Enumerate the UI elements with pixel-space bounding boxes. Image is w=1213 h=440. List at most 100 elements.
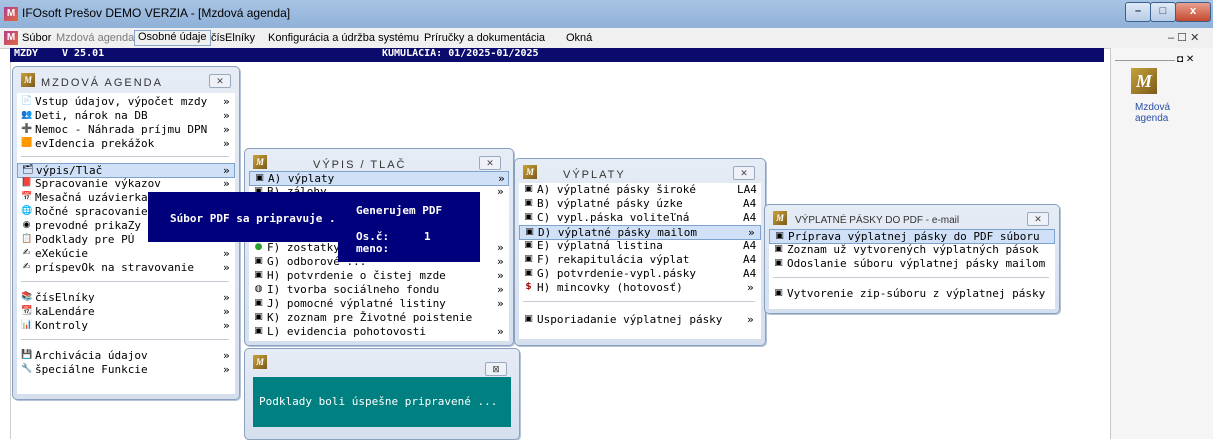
menu-item-pomocne[interactable]: ▣ J) pomocné výplatné listiny» bbox=[249, 297, 509, 310]
menu-item-mailom[interactable]: ▣ D) výplatné pásky mailom» bbox=[519, 225, 761, 240]
minimize-button[interactable]: – bbox=[1125, 2, 1151, 22]
employee-name-label: meno: bbox=[356, 242, 390, 255]
menu-close-icon[interactable]: ✕ bbox=[1027, 212, 1049, 226]
menu-item-potvrdenie-pasky[interactable]: ▣ G) potvrdenie-vypl.pásky A4 bbox=[519, 267, 761, 280]
menu-osobne-udaje[interactable]: Osobné údaje bbox=[134, 30, 211, 46]
menu-konfiguracia[interactable]: Konfigurácia a údržba systému bbox=[268, 32, 419, 44]
coin-icon: ◉ bbox=[22, 220, 31, 230]
window-title-bar: M IFOsoft Prešov DEMO VERZIA - [Mzdová a… bbox=[0, 0, 1213, 28]
absence-icon: 🟧 bbox=[21, 138, 33, 148]
books-icon: 📚 bbox=[21, 292, 33, 302]
menu-okna[interactable]: Okná bbox=[566, 32, 592, 44]
menu-body: ▣ A) výplatné pásky široké LA4 ▣ B) výplatn… bbox=[519, 183, 761, 339]
menu-item-zivotne[interactable]: ▣ K) zoznam pre Životné poistenie bbox=[249, 311, 509, 324]
menu-item-odoslanie[interactable]: ▣ Odoslanie súboru výplatnej pásky mailom bbox=[769, 257, 1055, 270]
menu-item-exekucie[interactable]: ✍ eXekúcie» bbox=[17, 247, 235, 260]
menu-item-ciselniky[interactable]: 📚 čísElníky» bbox=[17, 291, 235, 304]
menu-item-volitelna[interactable]: ▣ C) vypl.páska voliteľná A4 bbox=[519, 211, 761, 224]
window-title: IFOsoft Prešov DEMO VERZIA - [Mzdová age… bbox=[22, 6, 291, 20]
tools-icon: 🔧 bbox=[21, 364, 33, 374]
menu-item-prispevok[interactable]: ✍ príspevOk na stravovanie» bbox=[17, 261, 235, 274]
close-button[interactable]: x bbox=[1175, 2, 1211, 22]
report-icon: ▣ bbox=[254, 270, 263, 280]
dollar-icon: $ bbox=[525, 282, 532, 292]
menu-item-siroke[interactable]: ▣ A) výplatné pásky široké LA4 bbox=[519, 183, 761, 196]
report-icon: ▣ bbox=[775, 231, 784, 241]
green-dot-icon: ● bbox=[254, 242, 263, 252]
menu-close-icon[interactable]: ✕ bbox=[733, 166, 755, 180]
pen-icon: ✍ bbox=[22, 262, 31, 272]
menu-item-rekapitulacia[interactable]: ▣ F) rekapitulácia výplat A4 bbox=[519, 253, 761, 266]
menu-separator bbox=[523, 301, 755, 302]
dialog-close-icon[interactable]: ⊠ bbox=[485, 362, 507, 376]
right-panel: ◘ ✕ M Mzdová agenda bbox=[1110, 48, 1213, 439]
menu-ciselniky[interactable]: čísElníky bbox=[211, 32, 255, 44]
menu-title: VÝPIS / TLAČ bbox=[313, 159, 407, 171]
menu-close-icon[interactable]: ✕ bbox=[479, 156, 501, 170]
report-icon: ▣ bbox=[524, 184, 533, 194]
menu-subor[interactable]: Súbor bbox=[22, 32, 51, 44]
mzdova-agenda-icon[interactable]: M bbox=[1131, 68, 1157, 94]
settings-icon: ▣ bbox=[524, 314, 533, 324]
menu-item-kontroly[interactable]: 📊 Kontroly» bbox=[17, 319, 235, 332]
vyplaty-menu: M VÝPLATY ✕ ▣ A) výplatné pásky široké LA4… bbox=[514, 158, 766, 346]
status-cumulation: KUMULÁCIA: 01/2025-01/2025 bbox=[382, 48, 539, 59]
menu-item-deti[interactable]: 👥 Deti, nárok na DB» bbox=[17, 109, 235, 122]
menu-separator bbox=[21, 156, 229, 157]
menu-body: 📄 Vstup údajov, výpočet mzdy» 👥 Deti, náro… bbox=[17, 93, 235, 394]
menu-item-vypis-tlac[interactable]: 🗂 výpis/Tlač» bbox=[17, 163, 235, 178]
calendar-icon: 📆 bbox=[21, 306, 33, 316]
pdf-email-menu: M VÝPLATNÉ PÁSKY DO PDF - e-mail ✕ ▣ Príp… bbox=[764, 204, 1060, 314]
menu-title: VÝPLATY bbox=[563, 169, 626, 181]
menu-item-mincovky[interactable]: $ H) mincovky (hotovosť)» bbox=[519, 281, 761, 294]
status-module: MZDY bbox=[14, 48, 39, 59]
pdf-progress-message: Súbor PDF sa pripravuje ... bbox=[170, 212, 349, 225]
menu-prirucky[interactable]: Príručky a dokumentácia bbox=[424, 32, 545, 44]
menu-item-socialny-fond[interactable]: ◍ I) tvorba sociálneho fondu» bbox=[249, 283, 509, 296]
menu-item-zoznam[interactable]: ▣ Zoznam už vytvorených výplatných pások bbox=[769, 243, 1055, 256]
menu-item-zip[interactable]: ▣ Vytvorenie zip-súboru z výplatnej pásky bbox=[769, 287, 1055, 300]
menu-item-kalendare[interactable]: 📆 kaLendáre» bbox=[17, 305, 235, 318]
menu-item-listina[interactable]: ▣ E) výplatná listina A4 bbox=[519, 239, 761, 252]
clipboard-icon: 📋 bbox=[21, 234, 33, 244]
menu-item-spracovanie[interactable]: 📕 Spracovanie výkazov» bbox=[17, 177, 235, 190]
menu-logo-icon: M bbox=[773, 211, 787, 225]
menu-item-pohotovost[interactable]: ▣ L) evidencia pohotovosti» bbox=[249, 325, 509, 338]
report-icon: ▣ bbox=[254, 298, 263, 308]
mdi-controls[interactable]: – ☐ ✕ bbox=[1168, 31, 1199, 44]
status-bar: MZDY V 25.01 KUMULÁCIA: 01/2025-01/2025 bbox=[10, 48, 1104, 62]
report-icon: ▣ bbox=[525, 227, 534, 237]
menu-item-uzke[interactable]: ▣ B) výplatné pásky úzke A4 bbox=[519, 197, 761, 210]
success-dialog: M ⊠ Podklady boli úspešne pripravené ... bbox=[244, 348, 520, 440]
menu-mzdova-agenda[interactable]: Mzdová agenda bbox=[56, 32, 134, 44]
app-logo-icon: M bbox=[4, 7, 18, 21]
menu-item-evidencia[interactable]: 🟧 evIdencia prekážok» bbox=[17, 137, 235, 150]
report-icon: ▣ bbox=[774, 244, 783, 254]
app-menu-icon[interactable]: M bbox=[4, 31, 18, 45]
menu-item-vstup[interactable]: 📄 Vstup údajov, výpočet mzdy» bbox=[17, 95, 235, 108]
menu-item-potvrdenie[interactable]: ▣ H) potvrdenie o čistej mzde» bbox=[249, 269, 509, 282]
report-icon: ▣ bbox=[254, 312, 263, 322]
menu-title: VÝPLATNÉ PÁSKY DO PDF - e-mail bbox=[795, 215, 960, 226]
menu-item-usporiadanie[interactable]: ▣ Usporiadanie výplatnej pásky» bbox=[519, 313, 761, 326]
chart-icon: 📊 bbox=[21, 320, 33, 330]
success-message-box: Podklady boli úspešne pripravené ... bbox=[253, 377, 511, 427]
menu-item-specialne[interactable]: 🔧 špeciálne Funkcie» bbox=[17, 363, 235, 376]
menu-item-nemoc[interactable]: ➕ Nemoc - Náhrada príjmu DPN» bbox=[17, 123, 235, 136]
report-icon: ▣ bbox=[524, 198, 533, 208]
save-icon: 💾 bbox=[21, 350, 33, 360]
status-version: V 25.01 bbox=[62, 48, 105, 59]
menu-item-vyplaty[interactable]: ▣ A) výplaty» bbox=[249, 171, 509, 186]
menu-item-archivacia[interactable]: 💾 Archivácia údajov» bbox=[17, 349, 235, 362]
menu-close-icon[interactable]: ✕ bbox=[209, 74, 231, 88]
report-icon: ▣ bbox=[255, 173, 264, 183]
calendar-icon: 📅 bbox=[21, 192, 33, 202]
mzdova-agenda-label[interactable]: Mzdová agenda bbox=[1135, 102, 1175, 124]
people-icon: 👥 bbox=[21, 110, 33, 120]
report-icon: ▣ bbox=[524, 268, 533, 278]
menu-item-priprava-pdf[interactable]: ▣ Príprava výplatnej pásky do PDF súboru bbox=[769, 229, 1055, 244]
panel-controls[interactable]: ◘ ✕ bbox=[1177, 54, 1194, 65]
maximize-button[interactable]: □ bbox=[1150, 2, 1176, 22]
plus-icon: ➕ bbox=[21, 124, 33, 134]
menu-title: MZDOVÁ AGENDA bbox=[41, 77, 163, 89]
